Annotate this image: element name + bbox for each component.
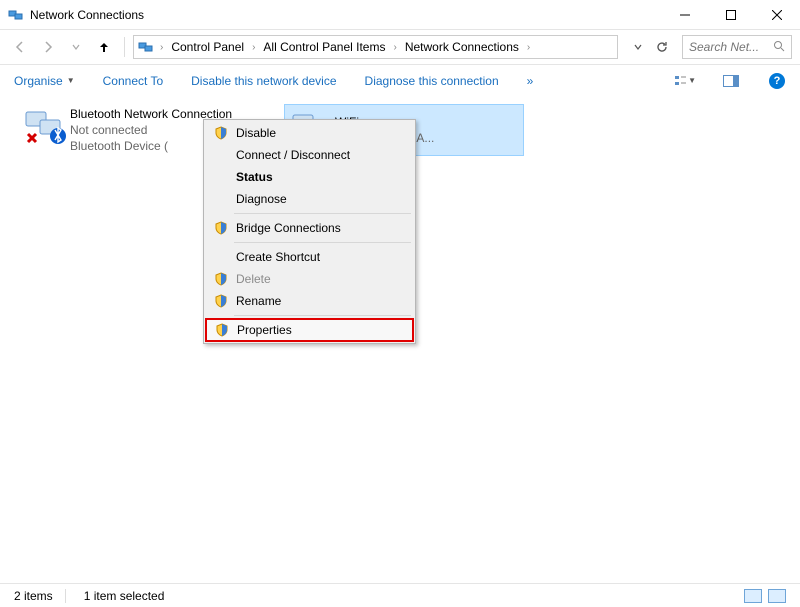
menu-connect-disconnect[interactable]: Connect / Disconnect — [206, 144, 413, 166]
menu-rename[interactable]: Rename — [206, 290, 413, 312]
chevron-right-icon[interactable]: › — [250, 42, 257, 53]
disable-device-button[interactable]: Disable this network device — [189, 70, 338, 92]
status-bar: 2 items 1 item selected — [0, 583, 800, 607]
menu-delete[interactable]: Delete — [206, 268, 413, 290]
app-icon — [8, 7, 24, 23]
diagnose-connection-button[interactable]: Diagnose this connection — [363, 70, 501, 92]
close-button[interactable] — [754, 0, 800, 30]
back-button[interactable] — [8, 35, 32, 59]
dropdown-icon[interactable] — [626, 35, 650, 59]
status-item-count: 2 items — [14, 589, 66, 603]
icons-view-button[interactable] — [768, 589, 786, 603]
menu-separator — [234, 213, 411, 214]
refresh-button[interactable] — [650, 35, 674, 59]
search-icon — [773, 40, 785, 55]
status-selected-count: 1 item selected — [84, 589, 165, 603]
menu-diagnose[interactable]: Diagnose — [206, 188, 413, 210]
up-button[interactable] — [92, 35, 116, 59]
details-view-button[interactable] — [744, 589, 762, 603]
view-options-icon[interactable]: ▼ — [674, 70, 696, 92]
menu-properties[interactable]: Properties — [205, 318, 414, 342]
chevron-right-icon[interactable]: › — [525, 42, 532, 53]
search-input[interactable] — [682, 35, 792, 59]
overflow-button[interactable]: » — [525, 70, 536, 92]
maximize-button[interactable] — [708, 0, 754, 30]
organise-menu[interactable]: Organise▼ — [12, 70, 77, 92]
chevron-right-icon[interactable]: › — [391, 42, 398, 53]
menu-separator — [234, 242, 411, 243]
help-button[interactable]: ? — [766, 70, 788, 92]
window-title: Network Connections — [30, 8, 662, 22]
menu-separator — [234, 315, 411, 316]
breadcrumb[interactable]: › Control Panel › All Control Panel Item… — [133, 35, 618, 59]
breadcrumb-item[interactable]: Network Connections — [401, 40, 523, 54]
forward-button[interactable] — [36, 35, 60, 59]
location-icon — [138, 39, 154, 55]
breadcrumb-item[interactable]: Control Panel — [167, 40, 248, 54]
menu-status[interactable]: Status — [206, 166, 413, 188]
minimize-button[interactable] — [662, 0, 708, 30]
menu-create-shortcut[interactable]: Create Shortcut — [206, 246, 413, 268]
menu-bridge-connections[interactable]: Bridge Connections — [206, 217, 413, 239]
chevron-right-icon[interactable]: › — [158, 42, 165, 53]
recent-dropdown[interactable] — [64, 35, 88, 59]
preview-pane-icon[interactable] — [720, 70, 742, 92]
bluetooth-connection-icon — [22, 106, 70, 146]
breadcrumb-item[interactable]: All Control Panel Items — [259, 40, 389, 54]
context-menu: Disable Connect / Disconnect Status Diag… — [203, 119, 416, 344]
separator — [124, 37, 125, 57]
menu-disable[interactable]: Disable — [206, 122, 413, 144]
connect-to-button[interactable]: Connect To — [101, 70, 166, 92]
search-field[interactable] — [689, 40, 769, 54]
